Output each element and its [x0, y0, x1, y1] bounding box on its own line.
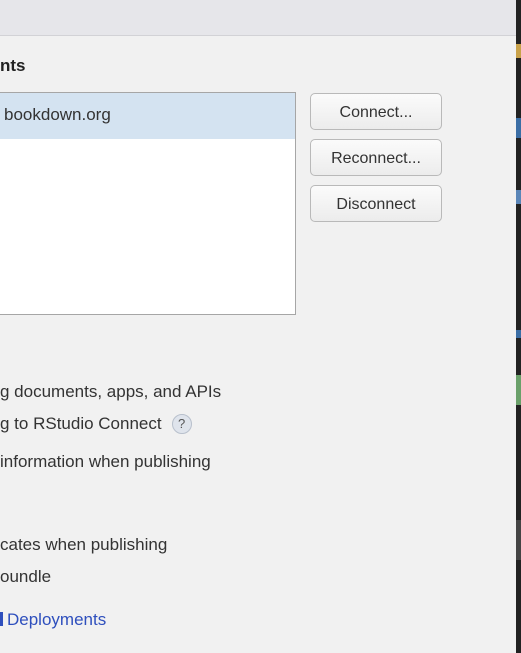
- connect-button[interactable]: Connect...: [310, 93, 442, 130]
- account-item-bookdown[interactable]: bookdown.org: [0, 93, 295, 139]
- link-fragment-glyph: [0, 612, 3, 626]
- option-bundle[interactable]: oundle: [0, 567, 51, 587]
- disconnect-button[interactable]: Disconnect: [310, 185, 442, 222]
- reconnect-button[interactable]: Reconnect...: [310, 139, 442, 176]
- option-rstudio-connect-label: g to RStudio Connect: [0, 414, 162, 433]
- option-show-diagnostic[interactable]: information when publishing: [0, 452, 211, 472]
- deployments-link-label: Deployments: [7, 610, 107, 629]
- background-window-edge: [516, 0, 521, 653]
- option-check-certificates-label: cates when publishing: [0, 535, 168, 554]
- option-enable-publishing[interactable]: g documents, apps, and APIs: [0, 382, 221, 402]
- help-icon[interactable]: ?: [171, 414, 192, 434]
- option-show-diagnostic-label: information when publishing: [0, 452, 211, 471]
- option-check-certificates[interactable]: cates when publishing: [0, 535, 167, 555]
- option-enable-publishing-label: g documents, apps, and APIs: [0, 382, 222, 401]
- account-list[interactable]: bookdown.org: [0, 92, 296, 315]
- deployments-link[interactable]: Deployments: [0, 610, 106, 630]
- option-bundle-label: oundle: [0, 567, 52, 586]
- section-title-accounts: nts: [0, 56, 26, 75]
- option-rstudio-connect[interactable]: g to RStudio Connect?: [0, 414, 192, 434]
- dialog-titlebar: [0, 0, 516, 36]
